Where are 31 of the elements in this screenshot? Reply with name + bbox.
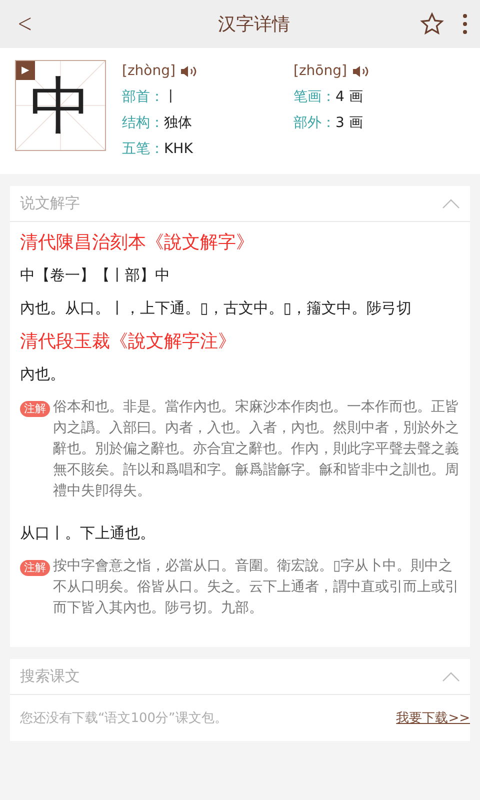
source-title: 清代陳昌治刻本《說文解字》 [20, 231, 255, 254]
info-value: KHK [164, 141, 193, 157]
empty-message: 您还没有下载“语文100分”课文包。 [20, 710, 228, 727]
info-value: 独体 [164, 114, 192, 132]
info-label: 部外： [294, 114, 336, 132]
info-label: 五笔： [122, 140, 164, 158]
download-link[interactable]: 我要下载>> [396, 709, 470, 727]
section-title: 说文解字 [20, 194, 80, 213]
note-text: 俗本和也。非是。當作內也。宋麻沙本作肉也。一本作而也。正皆內之譌。入部曰。內者，入也。入者，內也。然則中者，別於外之辭也。別於偏之辭也。亦合宜之辭也。作內，則此字平聲去聲之義無不賅矣。許以和爲唱和字。龢爲諧龢字。龢和皆非中之訓也。周禮中失卽得失。 [53, 398, 460, 501]
source-title: 清代段玉裁《說文解字注》 [20, 330, 237, 353]
page-title: 汉字详情 [218, 13, 290, 36]
text-line: 內也。从口。丨，上下通。▯，古文中。▯，籒文中。陟弓切 [20, 298, 413, 319]
info-label: 结构： [122, 114, 164, 132]
pinyin: [zhòng] [122, 63, 176, 79]
note-badge: 注解 [20, 560, 50, 576]
text-line: 內也。 [20, 364, 66, 385]
info-label: 笔画： [294, 88, 336, 106]
note-badge: 注解 [20, 401, 50, 417]
speaker-icon[interactable] [352, 64, 370, 78]
speaker-icon[interactable] [180, 64, 198, 78]
section-title: 搜索课文 [20, 667, 80, 686]
note-text: 按中字會意之恉，必當从口。音圍。衛宏說。▯字从卜中。則中之不从口明矣。俗皆从口。失之。云下上通者，謂中直或引而上或引而下皆入其內也。陟弓切。九部。 [53, 557, 460, 618]
info-value: 3 画 [336, 114, 363, 132]
text-line: 从口丨。下上通也。 [20, 523, 156, 544]
info-value: 4 画 [336, 88, 363, 106]
back-button[interactable]: < [13, 9, 37, 39]
info-label: 部首： [122, 88, 164, 106]
play-button[interactable]: ▶ [16, 61, 35, 80]
text-line: 中【卷一】【丨部】中 [20, 265, 171, 286]
info-value: 丨 [164, 88, 178, 106]
pinyin: [zhōng] [294, 63, 347, 79]
